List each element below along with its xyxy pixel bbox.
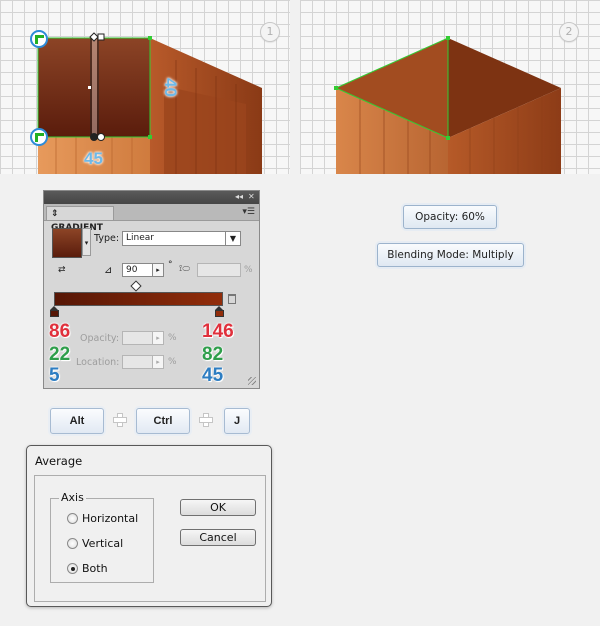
plus-icon bbox=[199, 413, 213, 427]
axis-group: Axis Horizontal Vertical Both bbox=[50, 491, 154, 583]
radio-horizontal-label: Horizontal bbox=[82, 512, 139, 525]
type-label: Type: bbox=[94, 233, 120, 244]
aspect-unit: % bbox=[244, 265, 253, 275]
opacity-input[interactable] bbox=[122, 331, 154, 345]
crate-illustration bbox=[37, 32, 262, 174]
gradient-panel: ◂◂ ✕ ⇕ GRADIENT ▾☰ ▾ Type: Linear ▼ ⇄ ⊿ … bbox=[43, 190, 260, 389]
ctrl-key: Ctrl bbox=[136, 408, 190, 434]
left-stop-blue-value: 5 bbox=[49, 365, 60, 386]
step-marker-2: 2 bbox=[559, 22, 579, 42]
resize-grip-icon[interactable] bbox=[248, 377, 256, 385]
anchor-point-top-icon[interactable] bbox=[30, 30, 48, 48]
angle-icon: ⊿ bbox=[104, 265, 113, 276]
illustration-panel-step-2: 2 bbox=[300, 0, 600, 174]
aspect-ratio-icon: ⟟⬭ bbox=[179, 264, 191, 274]
chevron-down-icon[interactable]: ▼ bbox=[225, 231, 241, 246]
swatch-dropdown-icon[interactable]: ▾ bbox=[82, 228, 91, 256]
location-label: Location: bbox=[76, 357, 120, 368]
radio-unchecked-icon[interactable] bbox=[67, 513, 78, 524]
blending-mode-info-label: Blending Mode: Multiply bbox=[377, 243, 524, 267]
step-marker-1: 1 bbox=[260, 22, 280, 42]
right-stop-blue-value: 45 bbox=[202, 365, 224, 386]
panel-tab-row: ⇕ GRADIENT ▾☰ bbox=[44, 204, 259, 233]
radio-unchecked-icon[interactable] bbox=[67, 538, 78, 549]
left-stop-green-value: 22 bbox=[49, 344, 71, 365]
panel-menu-icon[interactable]: ▾☰ bbox=[242, 207, 255, 217]
panel-divider bbox=[290, 0, 300, 174]
right-stop-green-value: 82 bbox=[202, 344, 224, 365]
width-dimension-label: 45 bbox=[84, 149, 103, 168]
angle-spin-icon[interactable]: ▸ bbox=[152, 263, 164, 277]
right-stop-red-value: 146 bbox=[202, 321, 234, 342]
opacity-info-label: Opacity: 60% bbox=[403, 205, 497, 229]
radio-both-label: Both bbox=[82, 562, 108, 575]
illustration-panel-step-1: 40 45 1 bbox=[0, 0, 290, 174]
average-dialog: Average Axis Horizontal Vertical Both OK… bbox=[26, 445, 272, 607]
ok-button[interactable]: OK bbox=[180, 499, 256, 516]
cancel-button[interactable]: Cancel bbox=[180, 529, 256, 546]
location-unit: % bbox=[168, 357, 177, 367]
plus-icon bbox=[113, 413, 127, 427]
panel-titlebar[interactable]: ◂◂ ✕ bbox=[44, 191, 259, 204]
j-key: J bbox=[224, 408, 250, 434]
close-icon[interactable]: ✕ bbox=[248, 192, 255, 202]
degree-symbol: ° bbox=[168, 260, 173, 270]
reverse-gradient-icon[interactable]: ⇄ bbox=[58, 265, 66, 275]
radio-vertical-label: Vertical bbox=[82, 537, 124, 550]
axis-group-label: Axis bbox=[59, 491, 86, 504]
gradient-stop-right[interactable] bbox=[215, 306, 224, 317]
dialog-body: Axis Horizontal Vertical Both OK Cancel bbox=[34, 475, 266, 602]
gradient-midpoint-handle[interactable] bbox=[130, 280, 142, 292]
type-select[interactable]: Linear bbox=[122, 231, 240, 246]
opacity-unit: % bbox=[168, 333, 177, 343]
aspect-ratio-input[interactable] bbox=[197, 263, 241, 277]
opacity-label: Opacity: bbox=[80, 333, 120, 344]
radio-checked-icon[interactable] bbox=[67, 563, 78, 574]
gradient-stop-left[interactable] bbox=[50, 306, 59, 317]
height-dimension-label: 40 bbox=[161, 78, 180, 97]
opacity-spin-icon[interactable]: ▸ bbox=[152, 331, 164, 345]
collapse-icon[interactable]: ◂◂ bbox=[235, 192, 243, 202]
left-stop-red-value: 86 bbox=[49, 321, 71, 342]
gradient-swatch[interactable] bbox=[52, 228, 82, 258]
location-spin-icon[interactable]: ▸ bbox=[152, 355, 164, 369]
alt-key: Alt bbox=[50, 408, 104, 434]
tab-arrows-icon: ⇕ bbox=[51, 209, 59, 219]
crate-illustration-step-2 bbox=[334, 36, 561, 174]
location-input[interactable] bbox=[122, 355, 154, 369]
gradient-slider[interactable] bbox=[54, 292, 223, 306]
dialog-title: Average bbox=[35, 454, 83, 468]
anchor-point-bottom-icon[interactable] bbox=[30, 128, 48, 146]
tab-gradient[interactable]: ⇕ GRADIENT bbox=[46, 206, 114, 233]
angle-input[interactable]: 90 bbox=[122, 263, 154, 277]
delete-stop-icon[interactable] bbox=[228, 294, 236, 304]
